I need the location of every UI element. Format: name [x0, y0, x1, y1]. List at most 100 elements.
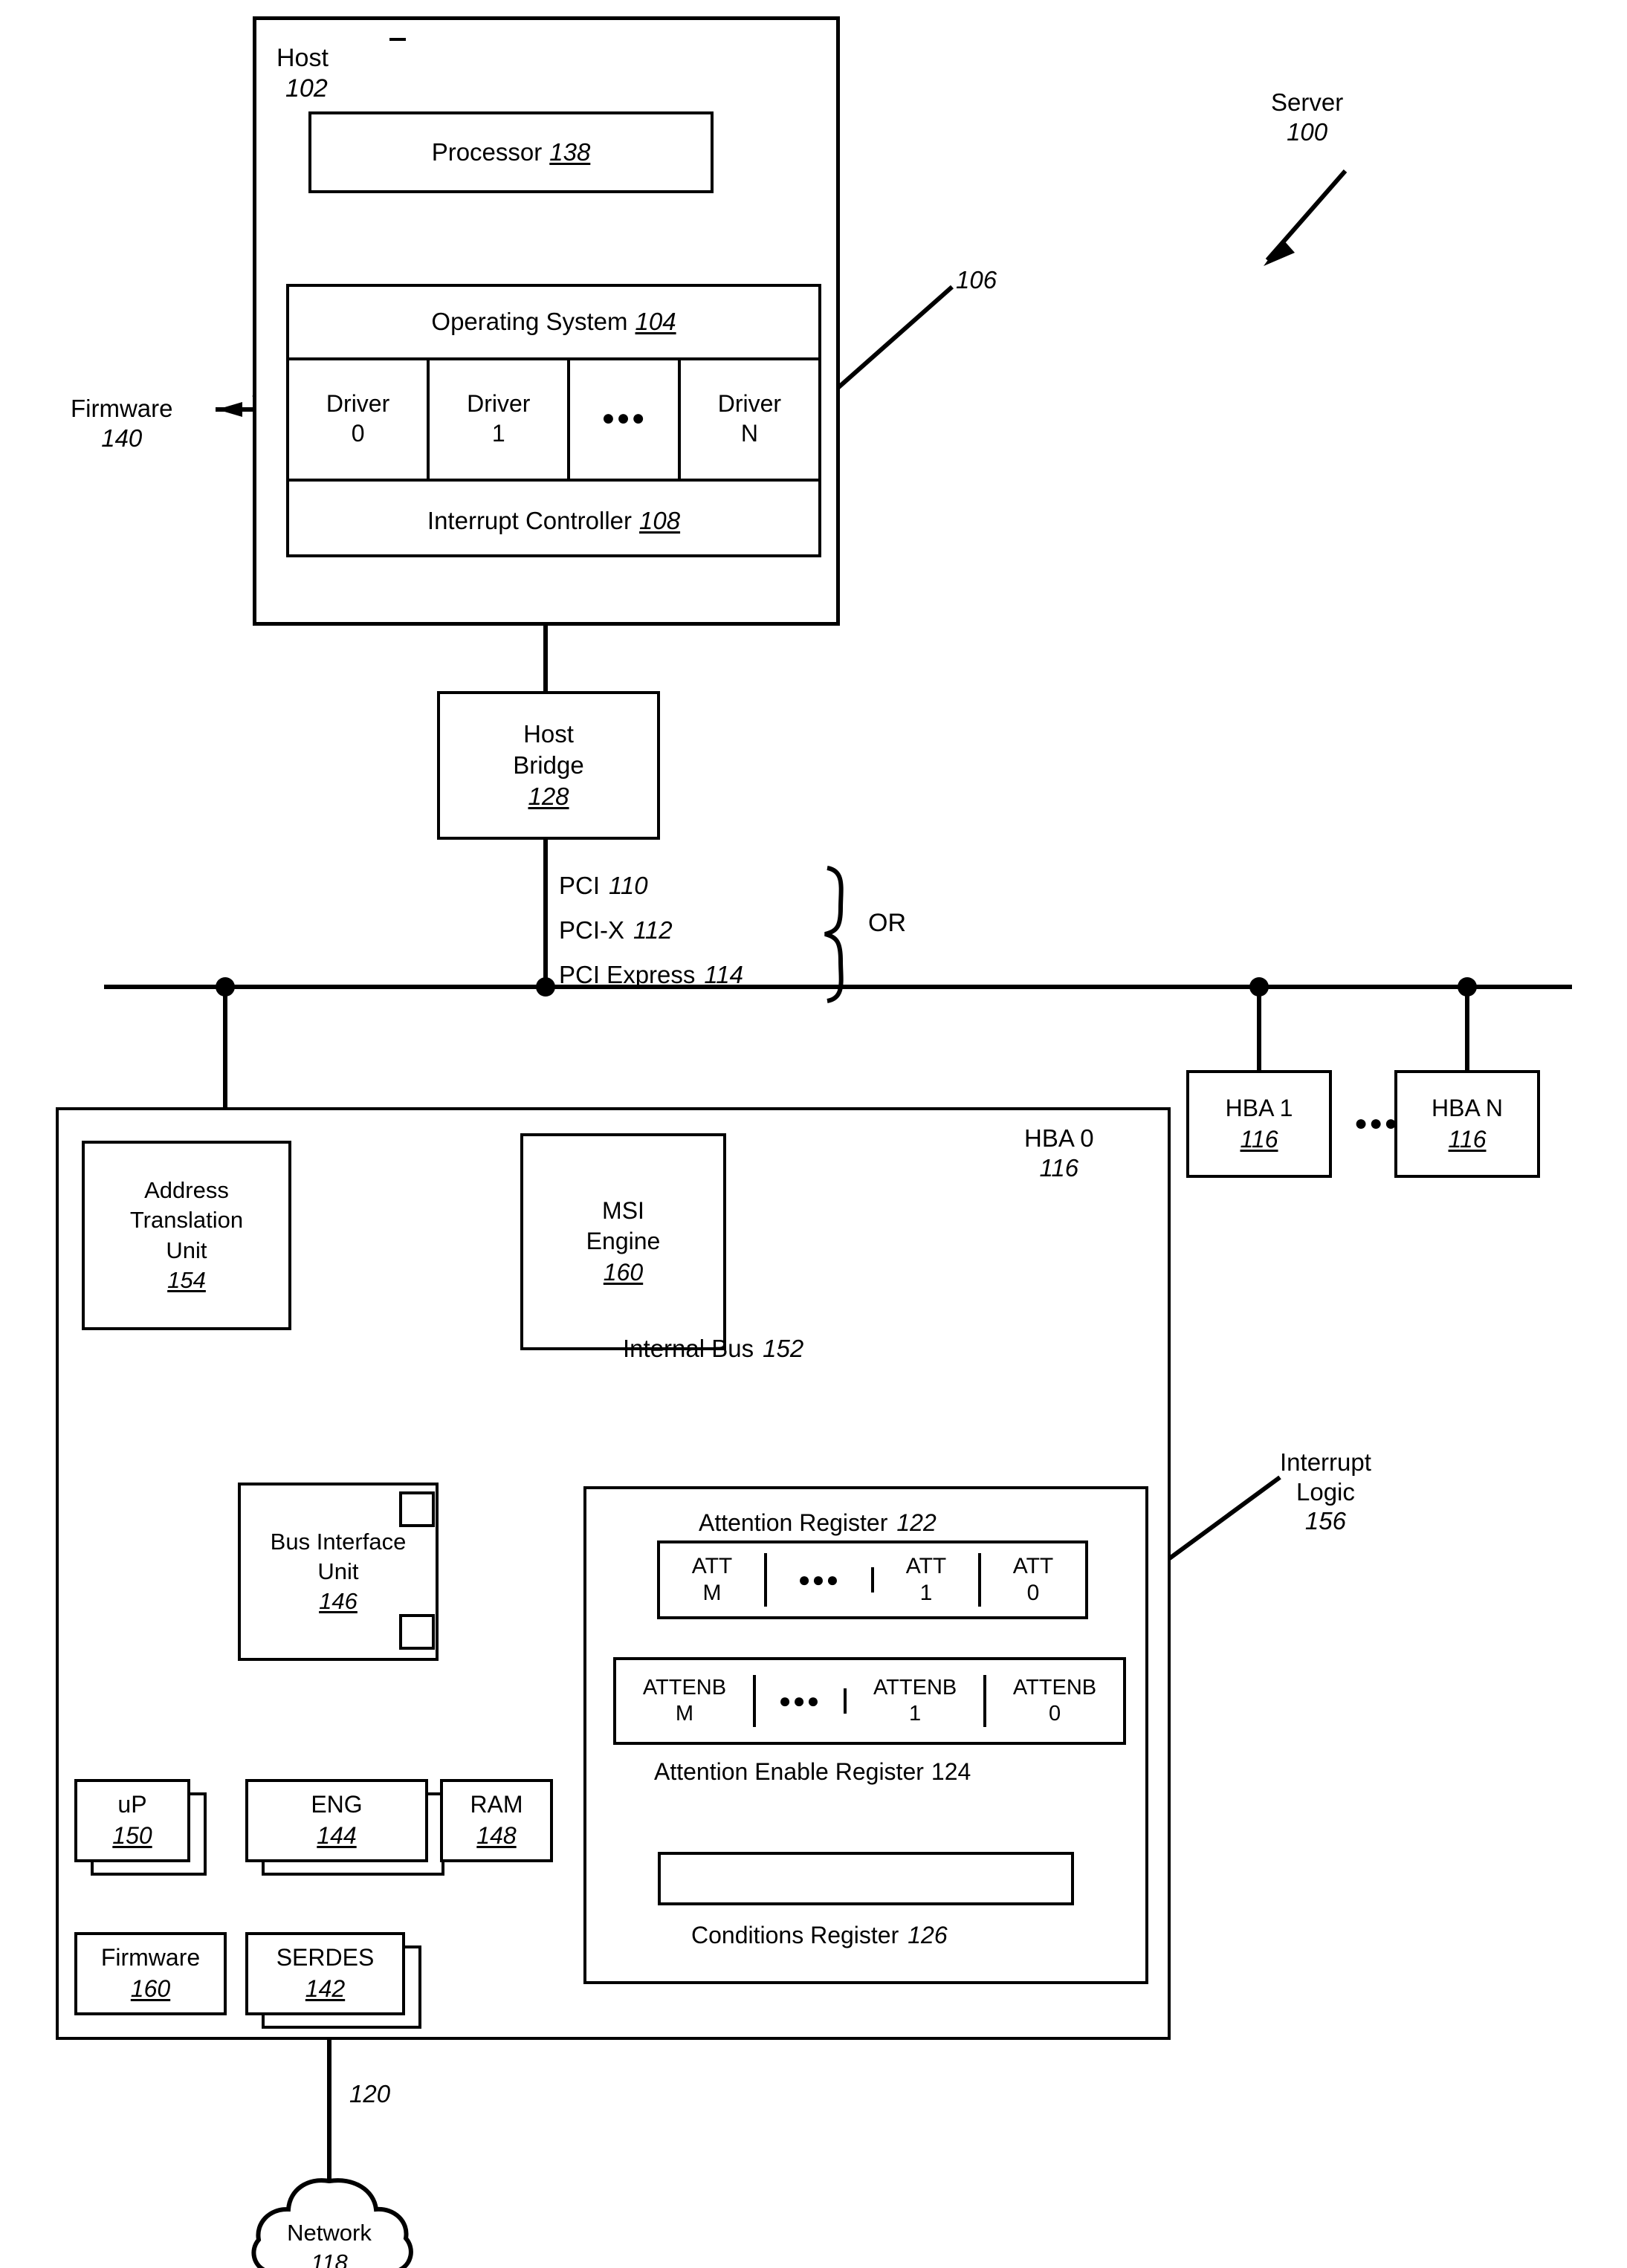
hba-0-ref: 116	[1039, 1153, 1079, 1182]
driver-cell-n[interactable]: Driver N	[681, 357, 818, 479]
bus-standard-pcie-ref: 114	[704, 961, 744, 988]
server-ref: 100	[1287, 117, 1328, 146]
network-ref: 118	[311, 2249, 348, 2268]
biu-line2: Unit	[317, 1558, 359, 1584]
attention-enable-register-label: Attention Enable Register	[654, 1758, 924, 1785]
hba-1-box[interactable]: HBA 1 116	[1186, 1070, 1332, 1178]
atu-ref: 154	[167, 1266, 206, 1293]
serdes-ref: 142	[305, 1975, 346, 2002]
hba-1-ref: 116	[1240, 1125, 1278, 1153]
up-ref: 150	[112, 1822, 152, 1849]
attenb-1-line1: ATTENB	[873, 1676, 957, 1700]
bus-standard-pcix-ref: 112	[633, 916, 673, 944]
attention-register-ref: 122	[896, 1509, 937, 1536]
interrupt-logic-ref: 156	[1304, 1507, 1346, 1535]
att-ellipsis-cell: ●●●	[767, 1567, 874, 1593]
attenb-m-line2: M	[675, 1702, 694, 1726]
attenb-cell-m: ATTENB M	[616, 1675, 756, 1727]
attenb-0-line1: ATTENB	[1012, 1676, 1097, 1700]
driver-1-line2: 1	[491, 419, 505, 447]
serdes-label: SERDES	[276, 1944, 375, 1971]
atu-line3: Unit	[166, 1237, 207, 1263]
attention-enable-register-cells: ATTENB M ●●● ATTENB 1 ATTENB 0	[613, 1657, 1126, 1745]
interrupt-controller-ref: 108	[639, 506, 681, 534]
bus-standard-pci-ref: 110	[609, 872, 648, 899]
bus-standard-pcie: PCI Express 114	[559, 960, 743, 990]
host-bridge-ref: 128	[528, 783, 569, 811]
attenb-ellipsis-icon: ●●●	[778, 1689, 821, 1713]
bus-standard-pci-name: PCI	[559, 872, 601, 899]
ram-label: RAM	[470, 1791, 523, 1818]
bus-standard-pcie-name: PCI Express	[559, 961, 696, 988]
att-m-line1: ATT	[691, 1554, 733, 1578]
driver-row: Driver 0 Driver 1 ●●● Driver N	[289, 357, 818, 479]
hba-0-label: HBA 0	[1024, 1124, 1094, 1152]
host-bridge-line1: Host	[523, 719, 574, 748]
hba-n-label: HBA N	[1431, 1094, 1504, 1121]
hba-n-box[interactable]: HBA N 116	[1394, 1070, 1540, 1178]
serdes-box: SERDES 142	[245, 1932, 405, 2015]
driver-cell-1[interactable]: Driver 1	[430, 357, 571, 479]
internal-bus-label: Internal Bus	[623, 1335, 754, 1362]
conditions-register-caption: Conditions Register 126	[691, 1921, 948, 1949]
interrupt-logic-annotation: Interrupt Logic 156	[1280, 1448, 1371, 1536]
biu-interrupt-port	[399, 1614, 435, 1650]
firmware-host-label: Firmware	[71, 395, 173, 422]
attenb-cell-1: ATTENB 1	[847, 1675, 987, 1727]
hba-0-annotation: HBA 0 116	[1024, 1124, 1094, 1182]
attenb-0-line2: 0	[1048, 1702, 1061, 1726]
eng-ref: 144	[317, 1822, 357, 1849]
interrupt-logic-line1: Interrupt	[1280, 1448, 1371, 1476]
attention-register-title: Attention Register 122	[699, 1509, 937, 1537]
att-1-line1: ATT	[905, 1554, 947, 1578]
server-leader-arrow	[1264, 169, 1348, 266]
host-bridge-box: Host Bridge 128	[437, 691, 660, 840]
attention-enable-register-ref: 124	[931, 1758, 971, 1785]
host-label: Host	[276, 44, 329, 72]
firmware-host-ref: 140	[101, 424, 143, 452]
msi-engine-box: MSI Engine 160	[520, 1133, 726, 1350]
host-title: Host 102	[276, 38, 406, 104]
server-label: Server	[1271, 88, 1344, 116]
interrupt-controller-row: Interrupt Controller 108	[289, 479, 818, 560]
bus-standard-pcix: PCI-X 112	[559, 916, 673, 945]
hba-n-ref: 116	[1448, 1125, 1487, 1153]
attenb-cell-0: ATTENB 0	[986, 1675, 1123, 1727]
biu-msi-port	[399, 1491, 435, 1527]
conditions-register-ref: 126	[908, 1922, 948, 1948]
att-cell-0: ATT 0	[981, 1553, 1085, 1607]
hba-firmware-label: Firmware	[100, 1944, 201, 1971]
msi-engine-line2: Engine	[586, 1228, 661, 1255]
conditions-register-bar	[658, 1852, 1074, 1905]
up-box: uP 150	[74, 1779, 190, 1862]
processor-label: Processor	[431, 137, 543, 166]
os-stack-container: Operating System 104 Driver 0 Driver 1 ●●…	[286, 284, 821, 557]
processor-ref: 138	[549, 137, 591, 166]
attenb-ellipsis-cell: ●●●	[756, 1688, 847, 1714]
driver-cell-0[interactable]: Driver 0	[289, 357, 430, 479]
interrupt-logic-line2: Logic	[1296, 1477, 1355, 1506]
attention-register-cells: ATT M ●●● ATT 1 ATT 0	[657, 1540, 1088, 1619]
driver-1-line1: Driver	[467, 389, 531, 417]
driver-0-line1: Driver	[326, 389, 390, 417]
driver-ellipsis-cell: ●●●	[570, 357, 681, 479]
eng-label: ENG	[311, 1791, 363, 1818]
attenb-1-line2: 1	[909, 1702, 922, 1726]
driver-ellipsis-icon: ●●●	[601, 405, 647, 430]
hba-1-label: HBA 1	[1225, 1094, 1293, 1121]
or-brace	[824, 866, 844, 1003]
att-0-line2: 0	[1026, 1581, 1040, 1605]
or-label: OR	[868, 909, 906, 937]
att-m-line2: M	[702, 1581, 722, 1605]
atu-line2: Translation	[129, 1207, 244, 1234]
conditions-register-label: Conditions Register	[691, 1922, 899, 1948]
attenb-m-line1: ATTENB	[642, 1676, 727, 1700]
driver-n-line2: N	[740, 419, 758, 447]
hba-firmware-box: Firmware 160	[74, 1932, 227, 2015]
operating-system-ref: 104	[635, 308, 676, 336]
host-ref: 102	[285, 74, 328, 103]
driver-0-line2: 0	[351, 419, 365, 447]
bus-standard-pci: PCI 110	[559, 871, 648, 901]
att-ellipsis-icon: ●●●	[798, 1568, 841, 1592]
interrupt-controller-label: Interrupt Controller	[427, 506, 633, 534]
